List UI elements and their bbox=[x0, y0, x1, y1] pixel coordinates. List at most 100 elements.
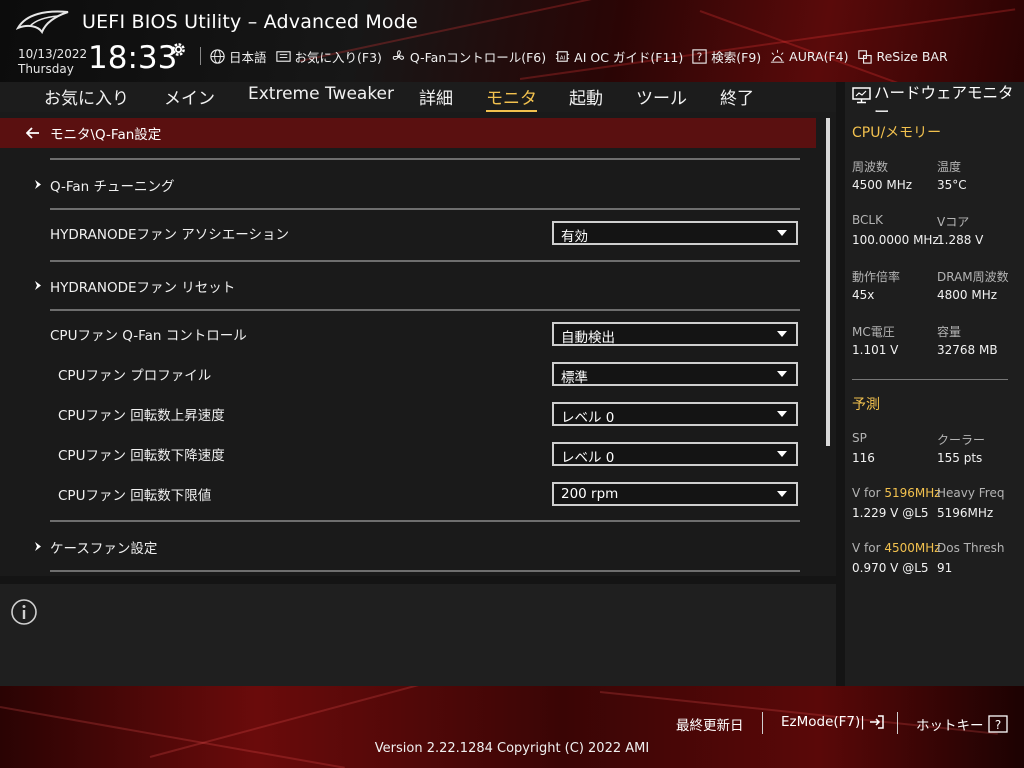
toolbar-divider bbox=[200, 47, 201, 65]
caret-down-icon bbox=[777, 491, 787, 497]
section-divider bbox=[50, 260, 800, 262]
tab-main[interactable]: メイン bbox=[164, 84, 215, 109]
resize-bar-label: ReSize BAR bbox=[876, 48, 948, 64]
temperature-label: 温度 bbox=[937, 160, 962, 174]
tab-favorites[interactable]: お気に入り bbox=[44, 84, 129, 109]
help-description-area bbox=[0, 584, 836, 686]
resize-bar-icon bbox=[858, 49, 873, 64]
freq2-highlight: 4500MHz bbox=[884, 541, 941, 555]
freq2-voltage-value: 0.970 V @L5 bbox=[852, 561, 929, 575]
v-for-freq2-label: V for 4500MHz bbox=[852, 541, 941, 555]
cpu-fan-control-value: 自動検出 bbox=[561, 330, 615, 346]
aura-button[interactable]: AURA(F4) bbox=[769, 48, 848, 65]
fan-icon bbox=[392, 49, 405, 60]
caret-down-icon bbox=[777, 451, 787, 457]
hw-divider bbox=[852, 379, 1008, 380]
tab-boot[interactable]: 起動 bbox=[569, 84, 603, 109]
help-search-icon: ? bbox=[692, 48, 707, 64]
day-text: Thursday bbox=[18, 62, 74, 76]
ezmode-button[interactable]: EzMode(F7)| bbox=[781, 714, 885, 730]
cooler-value: 155 pts bbox=[937, 451, 983, 465]
search-label: 検索(F9) bbox=[711, 49, 762, 65]
case-fan-settings-item[interactable]: ケースファン設定 bbox=[50, 537, 157, 557]
hydranode-assoc-select[interactable]: 有効 bbox=[552, 221, 798, 245]
clock-time: 18:33 bbox=[88, 40, 178, 76]
chevron-right-icon bbox=[35, 180, 41, 189]
heavy-freq-value: 5196MHz bbox=[937, 506, 994, 520]
freq1-voltage-value: 1.229 V @L5 bbox=[852, 506, 929, 520]
globe-icon bbox=[210, 48, 225, 64]
frequency-label: 周波数 bbox=[852, 160, 889, 174]
scrollbar[interactable] bbox=[826, 118, 830, 446]
cpu-fan-profile-label: CPUファン プロファイル bbox=[58, 368, 212, 384]
back-arrow-icon[interactable] bbox=[26, 127, 40, 139]
cpu-fan-control-label: CPUファン Q-Fan コントロール bbox=[50, 328, 247, 344]
cpu-fan-min-label: CPUファン 回転数下限値 bbox=[58, 488, 212, 504]
qfan-control-button[interactable]: Q-Fanコントロール(F6) bbox=[390, 47, 546, 66]
footer-divider bbox=[897, 712, 898, 734]
cpu-fan-min-select[interactable]: 200 rpm bbox=[552, 482, 798, 506]
prediction-heading: 予測 bbox=[852, 397, 880, 413]
date-display: 10/13/2022 Thursday bbox=[18, 47, 87, 77]
qfan-control-label: Q-Fanコントロール(F6) bbox=[409, 49, 547, 65]
frequency-value: 4500 MHz bbox=[852, 178, 913, 192]
resize-bar-button[interactable]: ReSize BAR bbox=[856, 48, 948, 65]
tab-advanced[interactable]: 詳細 bbox=[419, 84, 453, 109]
hydranode-assoc-value: 有効 bbox=[561, 229, 588, 245]
tab-tool[interactable]: ツール bbox=[636, 84, 687, 109]
dram-frequency-value: 4800 MHz bbox=[937, 288, 998, 302]
last-modified-button[interactable]: 最終更新日 bbox=[676, 714, 744, 734]
app-title: UEFI BIOS Utility – Advanced Mode bbox=[82, 11, 418, 33]
ai-oc-icon: AI bbox=[556, 50, 570, 62]
breadcrumb[interactable]: モニタ\Q-Fan設定 bbox=[0, 118, 816, 148]
chevron-right-icon bbox=[35, 542, 41, 551]
main-tabs: お気に入り メイン Extreme Tweaker 詳細 モニタ 起動 ツール … bbox=[0, 82, 836, 112]
ezmode-label: EzMode(F7)| bbox=[781, 714, 865, 730]
monitor-icon bbox=[852, 87, 871, 104]
favorites-icon bbox=[275, 50, 291, 62]
sp-label: SP bbox=[852, 431, 867, 445]
caret-down-icon bbox=[777, 331, 787, 337]
freq1-highlight: 5196MHz bbox=[884, 486, 941, 500]
sp-value: 116 bbox=[852, 451, 875, 465]
cpu-fan-control-select[interactable]: 自動検出 bbox=[552, 322, 798, 346]
hydranode-assoc-label: HYDRANODEファン アソシエーション bbox=[50, 227, 290, 243]
info-icon bbox=[11, 599, 37, 625]
favorites-button[interactable]: お気に入り(F3) bbox=[275, 47, 382, 66]
tab-exit[interactable]: 終了 bbox=[720, 84, 754, 109]
header-decor bbox=[519, 8, 1016, 80]
tab-monitor[interactable]: モニタ bbox=[486, 84, 537, 112]
cpu-fan-step-down-label: CPUファン 回転数下降速度 bbox=[58, 448, 225, 464]
last-modified-label: 最終更新日 bbox=[676, 718, 744, 734]
hydranode-reset-item[interactable]: HYDRANODEファン リセット bbox=[50, 276, 235, 296]
hotkeys-button[interactable]: ホットキー ? bbox=[916, 714, 1008, 734]
qfan-tuning-item[interactable]: Q-Fan チューニング bbox=[50, 175, 175, 195]
v-for-freq1-label: V for 5196MHz bbox=[852, 486, 941, 500]
rog-logo-icon bbox=[16, 10, 69, 35]
ratio-label: 動作倍率 bbox=[852, 270, 901, 284]
cpu-fan-profile-value: 標準 bbox=[561, 370, 588, 386]
cpu-memory-heading: CPU/メモリー bbox=[852, 125, 942, 141]
tab-extreme-tweaker[interactable]: Extreme Tweaker bbox=[248, 84, 394, 104]
search-button[interactable]: ? 検索(F9) bbox=[691, 47, 761, 66]
breadcrumb-path: モニタ\Q-Fan設定 bbox=[50, 127, 162, 143]
chevron-right-icon bbox=[35, 281, 41, 290]
language-button[interactable]: 日本語 bbox=[209, 47, 267, 66]
ai-oc-guide-button[interactable]: AI AI OC ガイド(F11) bbox=[554, 47, 683, 66]
cpu-fan-step-down-select[interactable]: レベル 0 bbox=[552, 442, 798, 466]
section-divider bbox=[50, 309, 800, 311]
exit-arrow-icon bbox=[869, 715, 884, 729]
mc-voltage-label: MC電圧 bbox=[852, 325, 895, 339]
dos-thresh-value: 91 bbox=[937, 561, 953, 575]
cpu-fan-step-down-value: レベル 0 bbox=[561, 450, 615, 466]
dram-frequency-label: DRAM周波数 bbox=[937, 270, 1009, 284]
vcore-value: 1.288 V bbox=[937, 233, 984, 247]
hotkeys-label: ホットキー bbox=[916, 718, 984, 734]
cpu-fan-step-up-value: レベル 0 bbox=[561, 410, 615, 426]
gear-icon[interactable] bbox=[170, 41, 187, 58]
cpu-fan-step-up-select[interactable]: レベル 0 bbox=[552, 402, 798, 426]
bclk-label: BCLK bbox=[852, 213, 883, 227]
cpu-fan-profile-select[interactable]: 標準 bbox=[552, 362, 798, 386]
mc-voltage-value: 1.101 V bbox=[852, 343, 899, 357]
favorites-label: お気に入り(F3) bbox=[294, 49, 382, 65]
